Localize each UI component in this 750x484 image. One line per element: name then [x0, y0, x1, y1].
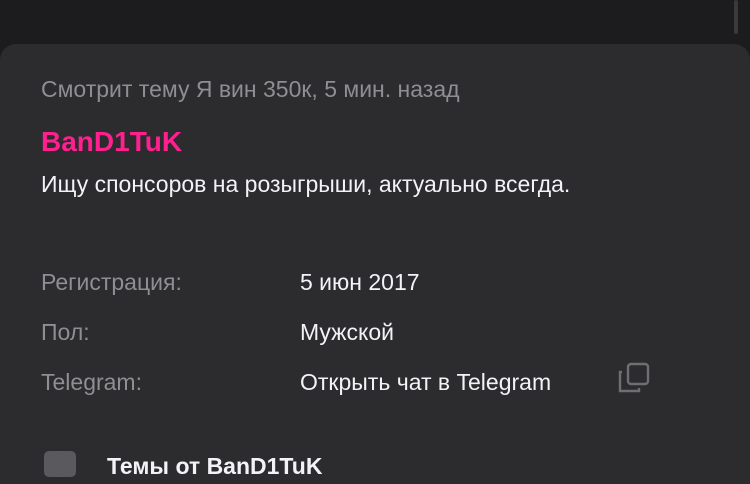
- scroll-indicator: [734, 0, 738, 34]
- gender-label: Пол:: [41, 319, 90, 345]
- registration-value: 5 июн 2017: [300, 269, 420, 295]
- user-topics-label: Темы от BanD1TuK: [107, 453, 323, 479]
- telegram-label: Telegram:: [41, 369, 142, 395]
- copy-icon[interactable]: [617, 362, 651, 394]
- profile-sheet: [0, 44, 750, 484]
- activity-status: Смотрит тему Я вин 350к, 5 мин. назад: [41, 76, 460, 102]
- user-topics-row[interactable]: Темы от BanD1TuK: [0, 440, 750, 480]
- username[interactable]: BanD1TuK: [41, 126, 182, 158]
- telegram-link[interactable]: Открыть чат в Telegram: [300, 369, 551, 396]
- topics-icon: [44, 451, 76, 477]
- user-status-text: Ищу спонсоров на розыгрыши, актуально вс…: [41, 171, 571, 197]
- gender-value: Мужской: [300, 319, 395, 345]
- registration-label: Регистрация:: [41, 269, 182, 295]
